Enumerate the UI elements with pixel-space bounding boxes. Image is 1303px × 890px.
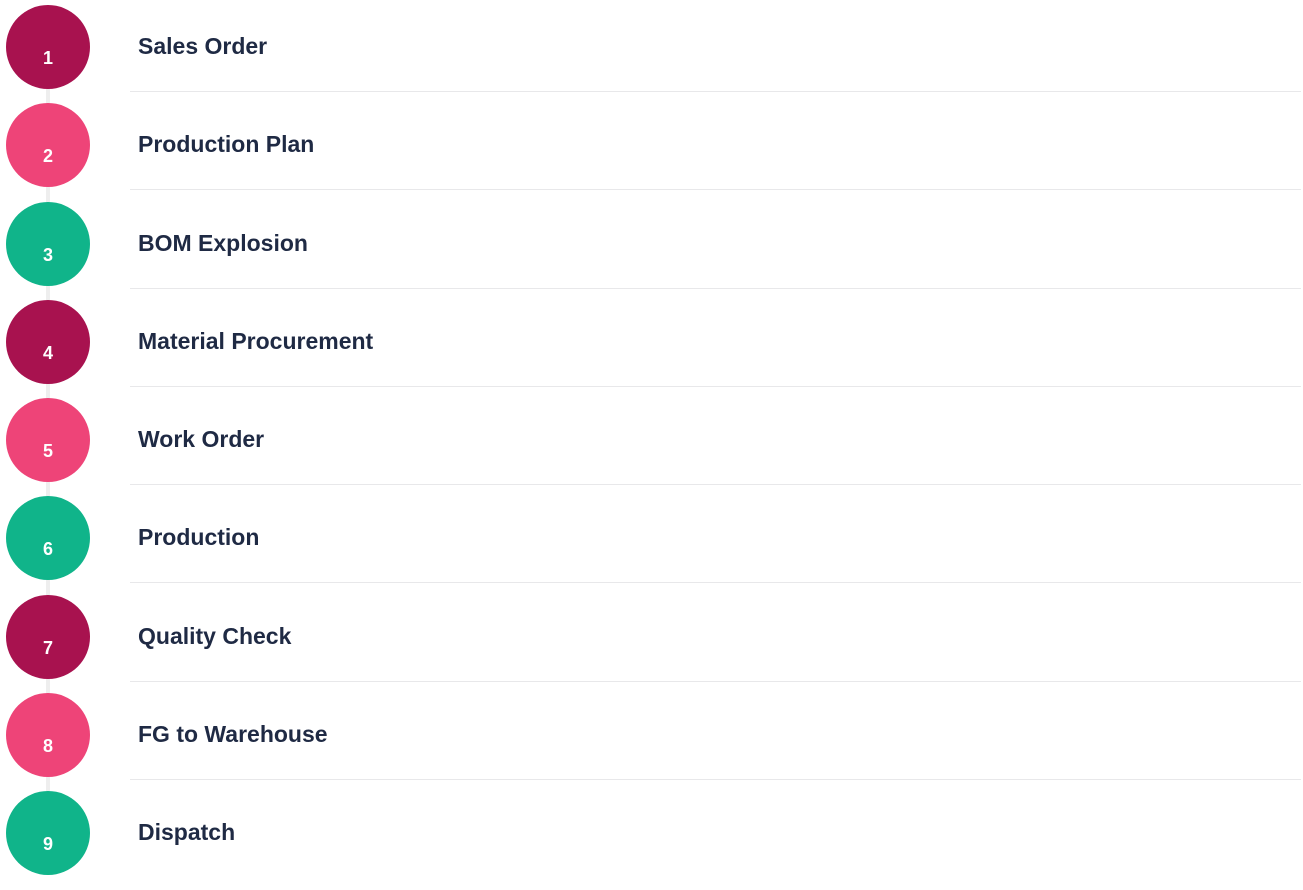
step-label: Dispatch [138, 819, 236, 846]
step-number-badge: 3 [6, 201, 90, 286]
step-label: BOM Explosion [138, 229, 308, 256]
step-number: 8 [42, 736, 53, 757]
step-1: 1 Sales Order [0, 5, 1303, 107]
step-divider [130, 582, 1301, 584]
step-8: 8 FG to Warehouse [0, 693, 1303, 796]
step-divider [130, 91, 1301, 92]
step-7: 7 Quality Check [0, 594, 1303, 697]
step-label: Production [138, 524, 260, 551]
step-9: 9 Dispatch [0, 791, 1303, 889]
step-number: 5 [42, 441, 53, 462]
step-divider [130, 385, 1301, 387]
step-number: 6 [42, 539, 53, 560]
step-label: Quality Check [138, 622, 292, 649]
step-6: 6 Production [0, 496, 1303, 599]
step-number-badge: 7 [6, 594, 90, 679]
step-number: 2 [42, 146, 53, 167]
step-divider [130, 189, 1301, 191]
step-number-badge: 6 [6, 496, 90, 581]
step-label: Sales Order [138, 33, 268, 59]
step-divider [130, 287, 1301, 289]
step-divider [130, 779, 1301, 781]
step-number-badge: 9 [6, 791, 90, 876]
step-number: 7 [42, 637, 53, 658]
step-number-badge: 1 [6, 5, 90, 89]
step-number-badge: 2 [6, 103, 90, 188]
step-divider [130, 484, 1301, 486]
step-label: Production Plan [138, 131, 315, 158]
step-4: 4 Material Procurement [0, 299, 1303, 402]
step-number: 4 [42, 342, 53, 363]
step-number: 1 [42, 48, 53, 68]
process-steps: 1 Sales Order 2 Production Plan 3 BOM Ex… [0, 5, 1303, 890]
step-5: 5 Work Order [0, 398, 1303, 501]
step-number: 3 [42, 244, 53, 265]
step-3: 3 BOM Explosion [0, 201, 1303, 304]
step-2: 2 Production Plan [0, 103, 1303, 206]
step-label: Material Procurement [138, 327, 374, 354]
step-label: FG to Warehouse [138, 721, 328, 748]
step-divider [130, 680, 1301, 682]
step-number-badge: 5 [6, 398, 90, 483]
step-number-badge: 4 [6, 299, 90, 384]
step-label: Work Order [138, 426, 265, 453]
step-number-badge: 8 [6, 693, 90, 778]
step-number: 9 [42, 834, 53, 855]
